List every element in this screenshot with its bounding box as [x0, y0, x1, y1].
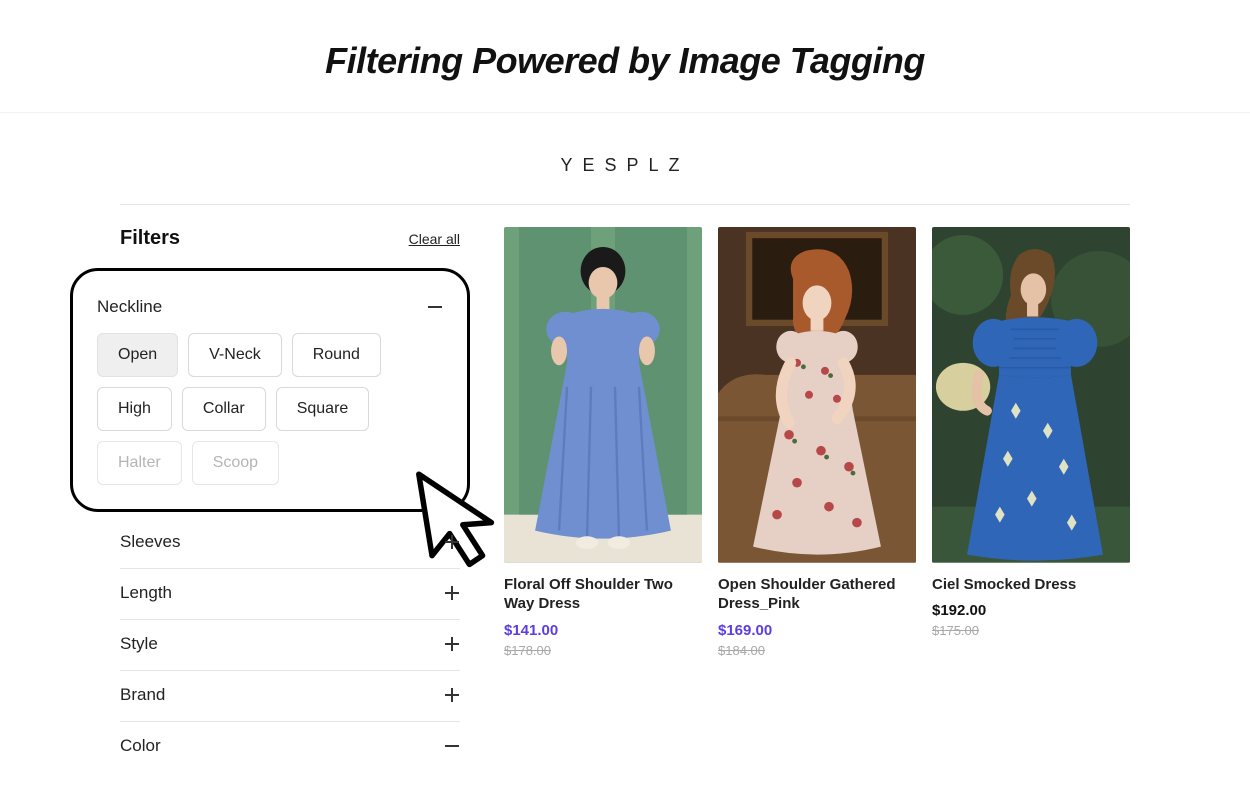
filter-group-header-brand[interactable]: Brand: [120, 671, 460, 719]
filter-group-label: Length: [120, 583, 172, 603]
product-price: $141.00: [504, 622, 702, 639]
product-price: $192.00: [932, 602, 1130, 619]
plus-icon: [444, 687, 460, 703]
chip-scoop: Scoop: [192, 441, 279, 485]
product-image: [932, 227, 1130, 563]
chip-open[interactable]: Open: [97, 333, 178, 377]
minus-icon: [444, 738, 460, 754]
chip-vneck[interactable]: V-Neck: [188, 333, 282, 377]
product-card[interactable]: Floral Off Shoulder Two Way Dress $141.0…: [504, 227, 702, 770]
product-image: [718, 227, 916, 563]
product-image: [504, 227, 702, 563]
product-grid: Floral Off Shoulder Two Way Dress $141.0…: [504, 227, 1130, 770]
filter-group-label: Brand: [120, 685, 165, 705]
product-original-price: $178.00: [504, 643, 702, 658]
product-card[interactable]: Ciel Smocked Dress $192.00 $175.00: [932, 227, 1130, 770]
plus-icon: [444, 636, 460, 652]
neckline-filter-panel: Neckline Open V-Neck Round High Collar S…: [70, 268, 470, 512]
product-title: Ciel Smocked Dress: [932, 575, 1130, 595]
chip-collar[interactable]: Collar: [182, 387, 266, 431]
neckline-options: Open V-Neck Round High Collar Square Hal…: [95, 333, 445, 485]
product-card[interactable]: Open Shoulder Gathered Dress_Pink $169.0…: [718, 227, 916, 770]
chip-square[interactable]: Square: [276, 387, 370, 431]
filter-group-header-color[interactable]: Color: [120, 722, 460, 770]
plus-icon: [444, 585, 460, 601]
clear-all-link[interactable]: Clear all: [409, 231, 460, 247]
chip-round[interactable]: Round: [292, 333, 381, 377]
filters-title: Filters: [120, 227, 180, 250]
filter-group-label: Neckline: [97, 297, 162, 317]
filter-group-label: Sleeves: [120, 532, 180, 552]
product-original-price: $184.00: [718, 643, 916, 658]
plus-icon: [444, 534, 460, 550]
filters-sidebar: Filters Clear all Neckline Open V-Neck R…: [120, 227, 460, 770]
filter-group-header-style[interactable]: Style: [120, 620, 460, 668]
filter-group-header-neckline[interactable]: Neckline: [95, 293, 445, 333]
minus-icon: [427, 299, 443, 315]
filter-group-header-length[interactable]: Length: [120, 569, 460, 617]
chip-high[interactable]: High: [97, 387, 172, 431]
chip-halter: Halter: [97, 441, 182, 485]
filter-group-label: Color: [120, 736, 161, 756]
product-price: $169.00: [718, 622, 916, 639]
page-title: Filtering Powered by Image Tagging: [0, 0, 1250, 112]
product-title: Floral Off Shoulder Two Way Dress: [504, 575, 702, 614]
filter-group-header-sleeves[interactable]: Sleeves: [120, 518, 460, 566]
filter-group-label: Style: [120, 634, 158, 654]
product-original-price: $175.00: [932, 623, 1130, 638]
brand-logo: YESPLZ: [120, 113, 1130, 204]
product-title: Open Shoulder Gathered Dress_Pink: [718, 575, 916, 614]
